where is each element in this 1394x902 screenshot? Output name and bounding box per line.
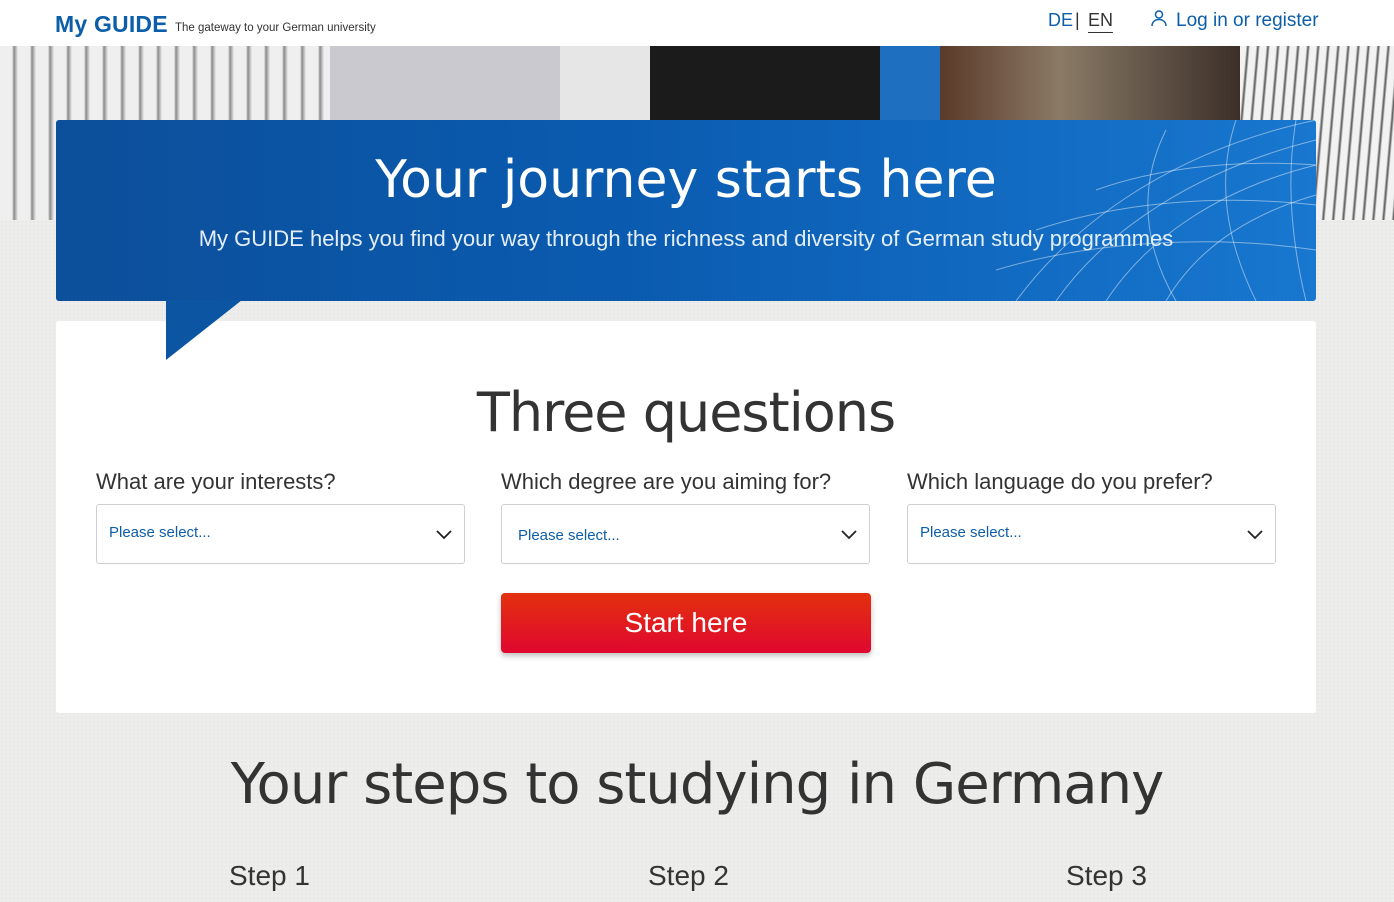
hero-banner: Your journey starts here My GUIDE helps … — [56, 120, 1316, 301]
question-language: Which language do you prefer? Please sel… — [907, 469, 1276, 564]
site-header: My GUIDE The gateway to your German univ… — [0, 0, 1394, 46]
chevron-down-icon — [436, 530, 452, 540]
question-degree: Which degree are you aiming for? Please … — [501, 469, 870, 564]
chevron-down-icon — [1247, 530, 1263, 540]
globe-lines-decoration — [996, 120, 1316, 301]
language-de-link[interactable]: DE — [1048, 10, 1073, 31]
logo[interactable]: My GUIDE — [55, 11, 168, 38]
question-interests: What are your interests? Please select..… — [96, 469, 465, 564]
banner-title: Your journey starts here — [375, 150, 997, 210]
language-en-link[interactable]: EN — [1088, 10, 1114, 33]
select-placeholder: Please select... — [920, 524, 1022, 541]
interests-select[interactable]: Please select... — [96, 504, 465, 564]
step-3-heading: Step 3 — [1066, 860, 1147, 891]
select-placeholder: Please select... — [518, 527, 620, 544]
user-icon — [1150, 9, 1168, 33]
step-2-heading: Step 2 — [648, 860, 729, 891]
tagline: The gateway to your German university — [175, 22, 376, 34]
question-label: What are your interests? — [96, 469, 336, 494]
banner-pointer — [166, 300, 242, 360]
chevron-down-icon — [841, 530, 857, 540]
steps-title: Your steps to studying in Germany — [230, 752, 1164, 817]
start-button[interactable]: Start here — [501, 593, 871, 653]
language-select[interactable]: Please select... — [907, 504, 1276, 564]
login-link[interactable]: Log in or register — [1150, 9, 1319, 33]
questions-card: Three questions What are your interests?… — [56, 321, 1316, 713]
login-label: Log in or register — [1176, 10, 1319, 31]
step-1-heading: Step 1 — [229, 860, 310, 891]
questions-title: Three questions — [476, 381, 896, 444]
degree-select[interactable]: Please select... — [501, 504, 870, 564]
question-label: Which degree are you aiming for? — [501, 469, 832, 494]
question-label: Which language do you prefer? — [907, 469, 1213, 494]
language-separator: | — [1075, 10, 1080, 30]
select-placeholder: Please select... — [109, 524, 211, 541]
banner-subtitle: My GUIDE helps you find your way through… — [198, 226, 1174, 251]
